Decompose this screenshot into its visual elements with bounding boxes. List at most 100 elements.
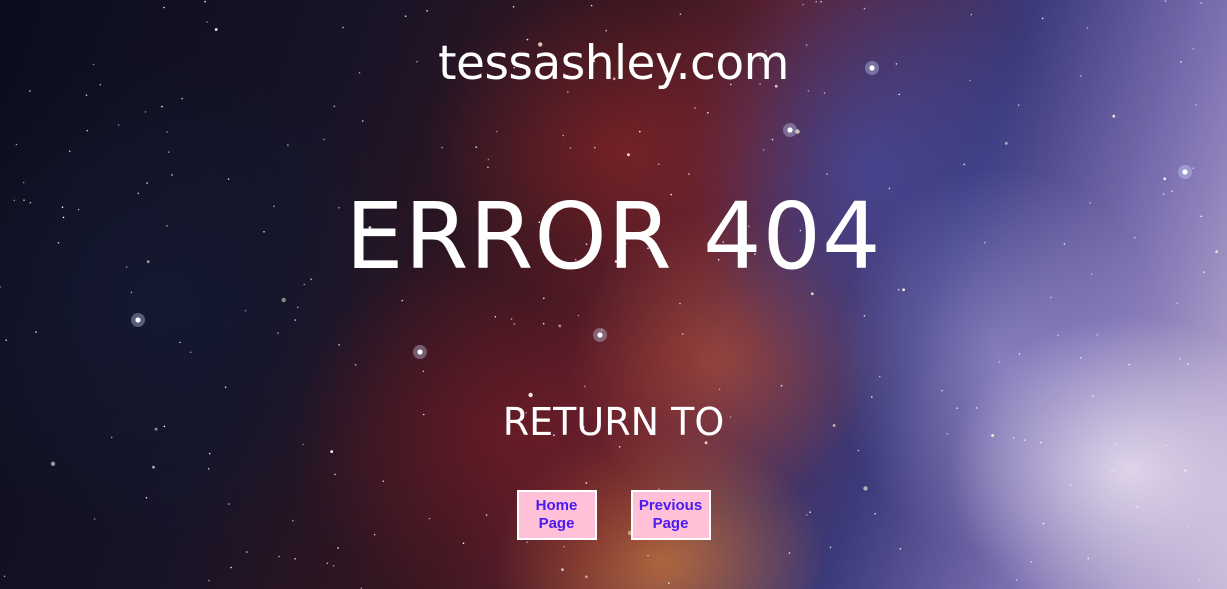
star: [462, 542, 465, 545]
star: [823, 92, 826, 94]
star: [1183, 469, 1187, 472]
star: [897, 289, 900, 291]
star: [963, 163, 965, 166]
star: [207, 468, 210, 470]
star: [863, 7, 866, 10]
star: [679, 302, 681, 305]
star: [681, 333, 684, 335]
star: [558, 324, 562, 328]
star: [3, 575, 6, 578]
star: [337, 547, 339, 549]
star: [441, 146, 443, 149]
star: [605, 29, 607, 32]
star: [332, 565, 335, 567]
star: [1192, 167, 1194, 169]
star: [277, 332, 279, 334]
star: [815, 0, 817, 3]
star: [208, 452, 211, 455]
star: [863, 315, 866, 317]
star: [281, 297, 286, 303]
star: [1165, 444, 1167, 447]
star: [1041, 17, 1044, 20]
star: [902, 288, 905, 292]
star: [144, 111, 147, 113]
star: [679, 13, 682, 15]
star: [166, 131, 168, 133]
star: [998, 361, 1001, 363]
star: [1163, 177, 1167, 181]
star: [543, 297, 545, 300]
star: [1086, 27, 1089, 29]
previous-page-button[interactable]: Previous Page: [630, 490, 711, 540]
star: [970, 13, 973, 16]
star: [475, 146, 478, 148]
star: [639, 130, 641, 133]
home-page-button[interactable]: Home Page: [516, 490, 597, 540]
star: [5, 339, 7, 342]
star: [361, 120, 364, 122]
star: [50, 461, 56, 466]
star: [494, 316, 497, 318]
star: [771, 138, 774, 141]
star: [694, 107, 696, 109]
bright-star: [135, 317, 141, 323]
star: [1087, 557, 1089, 560]
star: [810, 292, 814, 296]
star: [426, 10, 428, 12]
navigation-buttons: Home Page Previous Page: [0, 490, 1227, 540]
star: [167, 151, 170, 153]
star: [1004, 142, 1008, 145]
star: [1030, 561, 1032, 563]
star: [338, 344, 340, 346]
star: [1092, 395, 1094, 397]
star: [487, 158, 490, 161]
star: [1198, 578, 1200, 581]
star: [189, 351, 192, 354]
star: [354, 364, 357, 366]
bright-star: [1182, 169, 1188, 175]
bright-star: [417, 349, 423, 355]
star: [899, 548, 902, 550]
return-to-label: RETURN TO: [502, 400, 725, 444]
star: [584, 385, 586, 388]
star: [857, 449, 860, 452]
star: [244, 310, 247, 312]
star: [1111, 470, 1113, 473]
star: [528, 392, 533, 398]
star: [152, 465, 155, 469]
star: [1057, 334, 1059, 337]
star: [657, 163, 660, 166]
star: [594, 146, 596, 149]
star: [688, 173, 690, 175]
star: [117, 124, 120, 126]
star: [404, 15, 407, 17]
star: [401, 299, 404, 302]
star: [1128, 363, 1130, 366]
star: [1016, 579, 1018, 581]
star: [161, 105, 163, 108]
star: [1018, 353, 1021, 355]
star: [562, 134, 564, 137]
star: [496, 130, 498, 133]
star: [542, 322, 545, 325]
star: [487, 166, 489, 168]
star: [68, 150, 71, 152]
star: [1164, 0, 1167, 2]
bright-star: [787, 127, 793, 133]
error-heading: ERROR 404: [345, 183, 882, 290]
star: [287, 144, 289, 146]
star: [1069, 484, 1072, 486]
star: [1186, 363, 1189, 365]
star: [707, 112, 709, 114]
star: [878, 375, 881, 378]
star: [323, 138, 325, 141]
star: [802, 3, 804, 6]
star: [294, 319, 297, 321]
star: [569, 147, 572, 149]
star: [230, 566, 232, 569]
star: [1176, 302, 1179, 304]
star: [577, 314, 580, 317]
star: [1200, 2, 1202, 4]
bright-star: [597, 332, 603, 338]
star: [246, 551, 248, 553]
